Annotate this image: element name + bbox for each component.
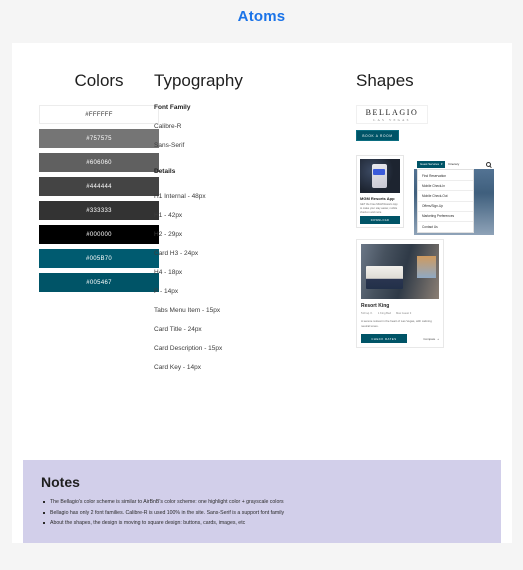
compare-label: Compare (423, 336, 436, 341)
bellagio-logo: BELLAGIO LAS VEGAS (356, 105, 428, 124)
color-swatch: #606060 (39, 153, 159, 172)
color-swatch-label: #757575 (86, 135, 112, 142)
note-item: Bellagio has only 2 font families. Calib… (41, 510, 483, 517)
dropdown-item[interactable]: Mobile Check-Out (418, 191, 473, 202)
dropdown-item[interactable]: Marketing Preferences (418, 212, 473, 222)
type-scale-item: Card Title - 24px (154, 326, 202, 333)
color-swatch-label: #444444 (86, 183, 112, 190)
type-scale-item: H2 - 29px (154, 231, 183, 238)
content-card: Colors #FFFFFF #757575 #606060 #444444 #3333… (12, 43, 512, 543)
note-item: About the shapes, the design is moving t… (41, 520, 483, 527)
page-title: Atoms (237, 8, 286, 25)
dropdown-item[interactable]: Offers/Sign-Up (418, 202, 473, 212)
check-rates-button[interactable]: CHECK RATES (361, 334, 407, 344)
color-swatch-label: #000000 (86, 231, 112, 238)
typography-heading: Typography (154, 71, 243, 90)
color-swatch: #000000 (39, 225, 159, 244)
color-swatch: #757575 (39, 129, 159, 148)
promo-image (360, 159, 400, 193)
promo-download-button[interactable]: DOWNLOAD (360, 216, 400, 224)
room-title: Resort King (361, 303, 390, 309)
room-image (361, 244, 439, 299)
guest-services-label: Guest Services (420, 162, 439, 166)
type-scale-item: H1 - 42px (154, 212, 183, 219)
room-meta-item: 510 sq. ft. (361, 312, 373, 315)
room-description: A serene retreat in the heart of Las Veg… (361, 319, 432, 328)
type-scale-item: Card Key - 14px (154, 364, 201, 371)
note-item: The Bellagio's color scheme is similar t… (41, 499, 483, 506)
search-icon[interactable] (486, 161, 491, 167)
columns-region: Colors #FFFFFF #757575 #606060 #444444 #3333… (12, 43, 512, 453)
type-scale-item: Tabs Menu Item - 15px (154, 307, 221, 314)
dropdown-item[interactable]: Contact Us (418, 222, 473, 231)
color-swatch-list: #FFFFFF #757575 #606060 #444444 #333333 #0000… (39, 105, 159, 292)
room-card[interactable]: Resort King 510 sq. ft. 1 King Bed Max Gue… (356, 239, 444, 349)
room-meta-item: Max Guest 3 (395, 312, 412, 315)
type-scale-item: H1 Internal - 48px (154, 193, 206, 200)
color-swatch: #444444 (39, 177, 159, 196)
font-secondary: Sans-Serif (154, 142, 185, 149)
logo-subtitle: LAS VEGAS (373, 117, 411, 122)
type-scale-list: H1 Internal - 48px H1 - 42px H2 - 29px Card… (154, 193, 334, 372)
type-scale-item: P - 14px (154, 288, 179, 295)
color-swatch: #005B70 (39, 249, 159, 268)
room-meta-item: 1 King Bed (377, 312, 391, 315)
itinerary-link[interactable]: Itinerary (448, 162, 459, 166)
color-swatch: #005467 (39, 273, 159, 292)
color-swatch: #333333 (39, 201, 159, 220)
dropdown-list[interactable]: Find Reservation Mobile Check-In Mobile Ch… (417, 169, 474, 234)
typography-column: Typography Font Family Calibre-R Sans-Se… (154, 71, 334, 384)
app-promo-shape: MGM Resorts App GET the Free MGM Resorts… (356, 155, 501, 235)
promo-description: GET the Free MGM Resorts App to make you… (360, 203, 398, 213)
color-swatch-label: #333333 (86, 207, 112, 214)
promo-title: MGM Resorts App (360, 196, 395, 201)
guest-services-button[interactable]: Guest Services ▾ (417, 160, 446, 168)
shapes-column: Shapes BELLAGIO LAS VEGAS BOOK A ROOM MG… (356, 71, 501, 349)
type-scale-item: Card Description - 15px (154, 345, 223, 352)
color-swatch: #FFFFFF (39, 105, 159, 124)
logo-wordmark: BELLAGIO (365, 107, 419, 117)
details-label: Details (154, 167, 176, 175)
compare-control[interactable]: Compare + (423, 337, 439, 341)
promo-card[interactable]: MGM Resorts App GET the Free MGM Resorts… (356, 155, 404, 228)
type-scale-item: Card H3 - 24px (154, 250, 199, 257)
colors-heading: Colors (74, 71, 124, 90)
dropdown-item[interactable]: Find Reservation (418, 171, 473, 182)
color-swatch-label: #005B70 (85, 255, 113, 262)
colors-column: Colors #FFFFFF #757575 #606060 #444444 #3333… (39, 71, 159, 297)
color-swatch-label: #606060 (86, 159, 112, 166)
type-scale-item: H4 - 18px (154, 269, 183, 276)
room-meta-list: 510 sq. ft. 1 King Bed Max Guest 3 (361, 312, 439, 315)
notes-title: Notes (41, 474, 80, 490)
color-swatch-label: #FFFFFF (85, 111, 113, 118)
font-family-label: Font Family (154, 104, 191, 111)
font-primary: Calibre-R (154, 123, 182, 130)
nav-bar: Guest Services ▾ Itinerary (414, 159, 494, 169)
book-a-room-button[interactable]: BOOK A ROOM (356, 130, 399, 141)
notes-list: The Bellagio's color scheme is similar t… (41, 499, 483, 527)
room-card-footer: CHECK RATES Compare + (361, 334, 439, 344)
dropdown-menu-shape: Guest Services ▾ Itinerary Find Reservat… (414, 159, 494, 235)
dropdown-item[interactable]: Mobile Check-In (418, 181, 473, 192)
chevron-down-icon: ▾ (440, 162, 443, 166)
color-swatch-label: #005467 (86, 279, 112, 286)
notes-panel: Notes The Bellagio's color scheme is sim… (23, 460, 501, 543)
plus-icon: + (437, 336, 439, 341)
style-guide-page: Atoms Colors #FFFFFF #757575 #606060 #44444… (0, 0, 523, 570)
shapes-heading: Shapes (356, 71, 414, 90)
